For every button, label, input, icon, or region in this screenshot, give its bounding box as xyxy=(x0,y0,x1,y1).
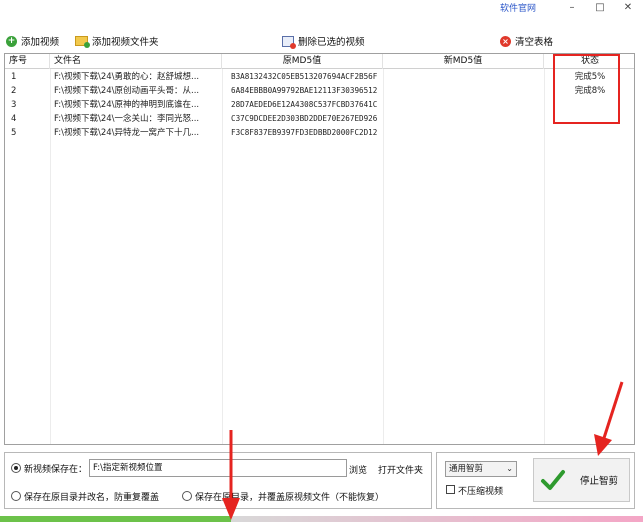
new-location-label: 新视频保存在： xyxy=(24,465,88,475)
delete-selected-button[interactable]: 删除已选的视频 xyxy=(282,32,365,50)
header-status[interactable]: 状态 xyxy=(544,54,634,69)
new-location-radio[interactable] xyxy=(11,463,21,473)
row-filename: F:\视频下载\24\勇敢的心：赵舒城想... xyxy=(54,72,200,82)
open-folder-button[interactable]: 打开文件夹 xyxy=(378,463,423,476)
table-row[interactable]: 2 F:\视频下载\24\原创动画平头哥：从... 6A84EBBB0A9979… xyxy=(5,84,634,98)
title-bar: 软件官网 – □ ✕ xyxy=(0,0,643,30)
save-options-panel: 新视频保存在： F:\指定新视频位置 浏览 打开文件夹 保存在原目录并改名，防重… xyxy=(4,452,432,509)
row-orig-md5: C37C9DCDEE2D303BD2DDE70E267ED926 xyxy=(231,114,378,123)
row-status xyxy=(544,112,634,126)
mode-select-value: 通用智剪 xyxy=(449,464,484,474)
clear-table-button[interactable]: × 清空表格 xyxy=(500,32,553,50)
row-new-md5 xyxy=(383,126,544,140)
no-compress-label: 不压缩视频 xyxy=(458,487,504,497)
row-new-md5 xyxy=(383,70,544,84)
row-index: 1 xyxy=(11,72,17,82)
row-status: 完成8% xyxy=(574,86,606,96)
row-index: 4 xyxy=(11,114,17,124)
row-new-md5 xyxy=(383,98,544,112)
official-site-link[interactable]: 软件官网 xyxy=(500,1,536,14)
table-row[interactable]: 1 F:\视频下载\24\勇敢的心：赵舒城想... B3A8132432C05E… xyxy=(5,70,634,84)
chevron-down-icon: ⌄ xyxy=(506,464,513,473)
row-index: 2 xyxy=(11,86,17,96)
clear-table-label: 清空表格 xyxy=(515,37,554,48)
add-icon: + xyxy=(6,35,17,47)
progress-fill xyxy=(0,516,231,522)
delete-list-icon xyxy=(282,35,296,49)
browse-button[interactable]: 浏览 xyxy=(349,463,367,476)
progress-bar xyxy=(0,516,643,522)
maximize-button[interactable]: □ xyxy=(588,0,612,14)
row-orig-md5: F3C8F837EB9397FD3EDBBD2000FC2D12 xyxy=(231,128,378,137)
row-index: 5 xyxy=(11,128,17,138)
row-orig-md5: 6A84EBBB0A99792BAE12113F30396512 xyxy=(231,86,378,95)
video-table[interactable]: 序号 文件名 原MD5值 新MD5值 状态 1 F:\视频下载\24\勇敢的心：… xyxy=(4,53,635,445)
header-orig-md5[interactable]: 原MD5值 xyxy=(222,54,383,69)
save-path-input[interactable]: F:\指定新视频位置 xyxy=(89,459,347,477)
table-header: 序号 文件名 原MD5值 新MD5值 状态 xyxy=(5,54,634,69)
rename-option-label: 保存在原目录并改名，防重复覆盖 xyxy=(24,493,160,503)
table-row[interactable]: 5 F:\视频下载\24\异特龙一窝产下十几... F3C8F837EB9397… xyxy=(5,126,634,140)
minimize-button[interactable]: – xyxy=(560,0,584,14)
row-orig-md5: B3A8132432C05EB513207694ACF2B56F xyxy=(231,72,378,81)
rename-radio[interactable] xyxy=(11,491,21,501)
row-filename: F:\视频下载\24\原神的神明到底谁在... xyxy=(54,100,200,110)
toolbar: + 添加视频 添加视频文件夹 删除已选的视频 × 清空表格 xyxy=(0,32,643,50)
folder-add-icon xyxy=(75,36,90,48)
row-index: 3 xyxy=(11,100,17,110)
clear-icon: × xyxy=(500,35,511,47)
row-status: 完成5% xyxy=(574,72,606,82)
progress-track xyxy=(231,516,643,522)
row-new-md5 xyxy=(383,112,544,126)
row-filename: F:\视频下载\24\一念关山：李同光怒... xyxy=(54,114,200,124)
no-compress-checkbox[interactable] xyxy=(446,485,455,494)
add-video-label: 添加视频 xyxy=(21,37,60,48)
stop-button[interactable]: 停止智剪 xyxy=(533,458,630,502)
row-status xyxy=(544,126,634,140)
delete-selected-label: 删除已选的视频 xyxy=(298,37,365,48)
header-index[interactable]: 序号 xyxy=(5,54,50,69)
table-row[interactable]: 4 F:\视频下载\24\一念关山：李同光怒... C37C9DCDEE2D30… xyxy=(5,112,634,126)
mode-select[interactable]: 通用智剪 ⌄ xyxy=(445,461,517,477)
header-new-md5[interactable]: 新MD5值 xyxy=(383,54,544,69)
stop-button-label: 停止智剪 xyxy=(580,476,619,487)
process-controls-panel: 通用智剪 ⌄ 不压缩视频 停止智剪 xyxy=(436,452,635,509)
overwrite-radio[interactable] xyxy=(182,491,192,501)
row-filename: F:\视频下载\24\异特龙一窝产下十几... xyxy=(54,128,200,138)
add-folder-label: 添加视频文件夹 xyxy=(92,37,159,48)
row-status xyxy=(544,98,634,112)
close-button[interactable]: ✕ xyxy=(616,0,640,14)
overwrite-option-label: 保存在原目录，并覆盖原视频文件（不能恢复） xyxy=(195,493,385,503)
header-filename[interactable]: 文件名 xyxy=(50,54,222,69)
add-video-button[interactable]: + 添加视频 xyxy=(6,32,59,50)
table-row[interactable]: 3 F:\视频下载\24\原神的神明到底谁在... 28D7AEDED6E12A… xyxy=(5,98,634,112)
add-folder-button[interactable]: 添加视频文件夹 xyxy=(75,32,159,50)
row-new-md5 xyxy=(383,84,544,98)
row-orig-md5: 28D7AEDED6E12A4308C537FCBD37641C xyxy=(231,100,378,109)
row-filename: F:\视频下载\24\原创动画平头哥：从... xyxy=(54,86,200,96)
checkmark-icon xyxy=(541,470,565,490)
